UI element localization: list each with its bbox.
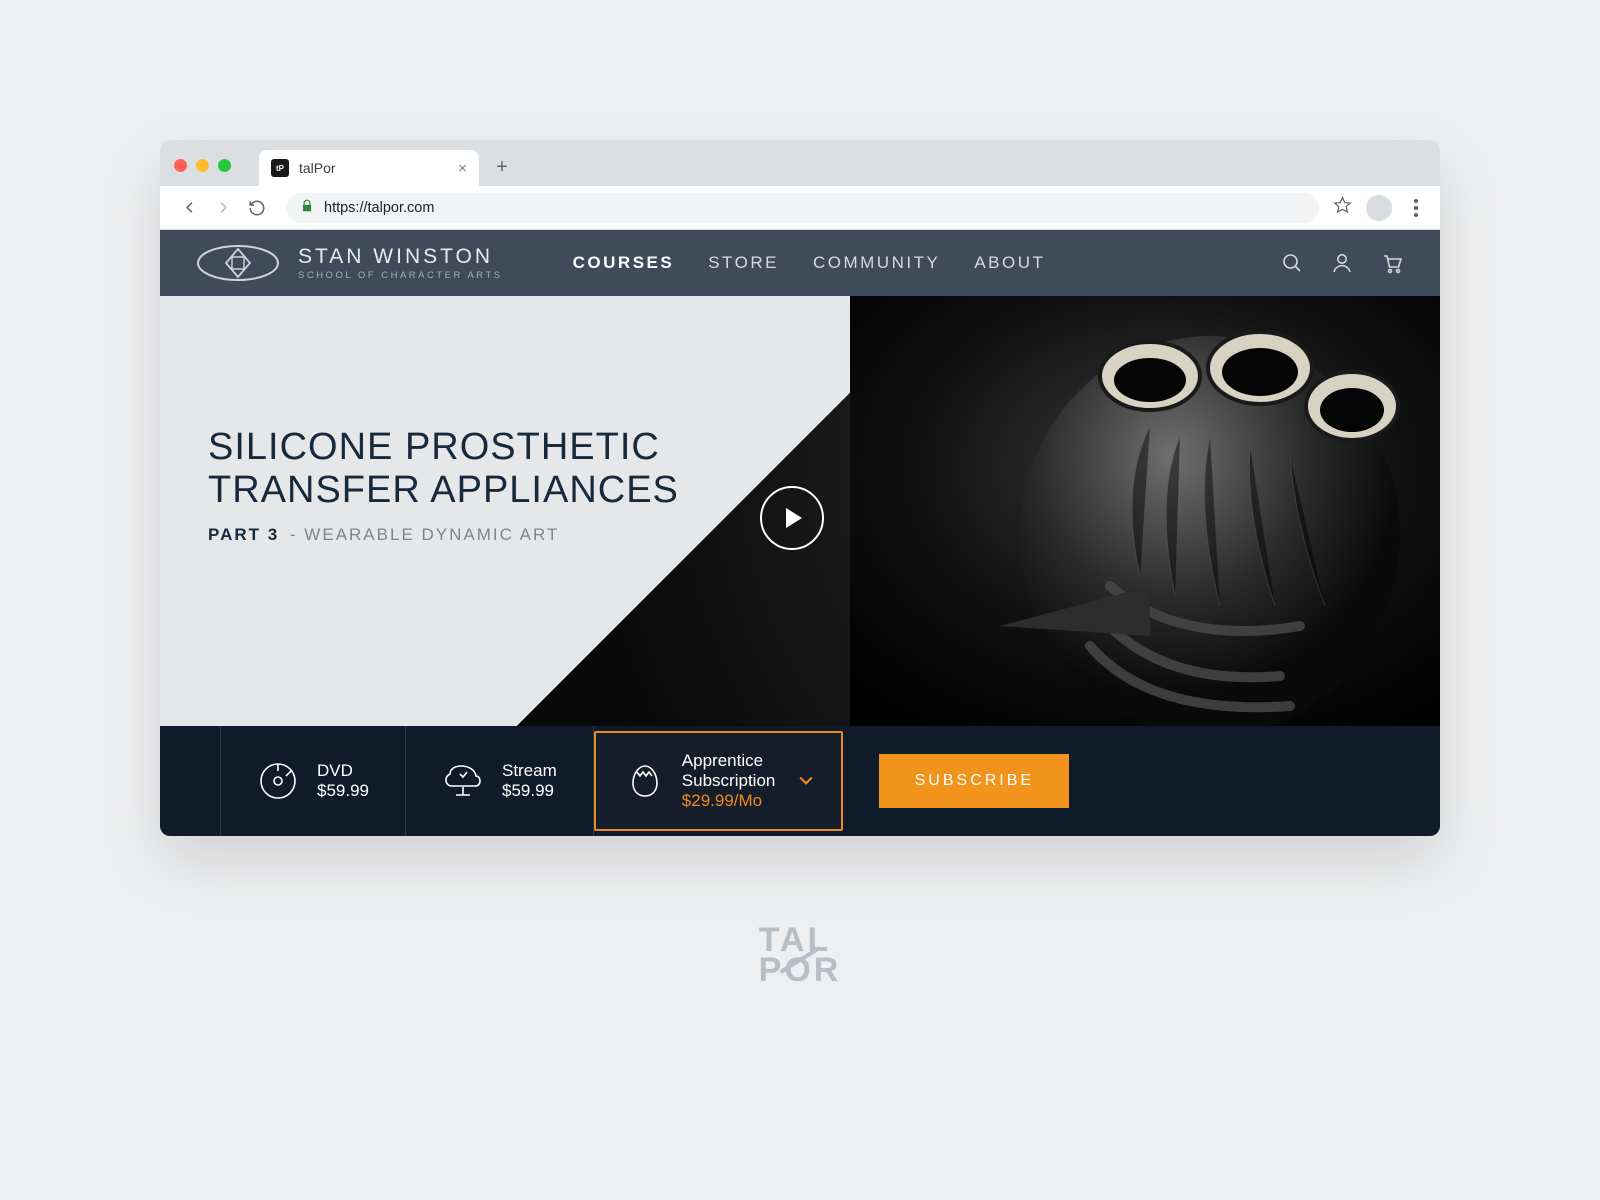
hero: SILICONE PROSTHETIC TRANSFER APPLIANCES … (160, 296, 1440, 726)
subscribe-button[interactable]: SUBSCRIBE (879, 754, 1069, 808)
address-bar[interactable]: https://talpor.com (286, 193, 1319, 223)
favicon-icon: tP (271, 159, 289, 177)
browser-tabstrip: tP talPor × + (160, 140, 1440, 186)
account-icon[interactable] (1330, 251, 1354, 275)
close-window-icon[interactable] (174, 159, 187, 172)
minimize-window-icon[interactable] (196, 159, 209, 172)
new-tab-button[interactable]: + (487, 152, 517, 182)
hero-title: SILICONE PROSTHETIC TRANSFER APPLIANCES (208, 426, 728, 511)
search-icon[interactable] (1280, 251, 1304, 275)
browser-window: tP talPor × + https://talpor.com (160, 140, 1440, 836)
brand-logo[interactable]: STAN WINSTON SCHOOL OF CHARACTER ARTS (196, 243, 503, 283)
disc-icon (257, 760, 299, 802)
site-header: STAN WINSTON SCHOOL OF CHARACTER ARTS CO… (160, 230, 1440, 296)
nav-store[interactable]: STORE (708, 253, 779, 273)
chevron-down-icon (799, 773, 813, 790)
bookmark-star-icon[interactable] (1333, 196, 1352, 220)
hero-subtitle: PART 3 - WEARABLE DYNAMIC ART (208, 525, 728, 545)
lock-icon (300, 199, 314, 217)
window-controls (174, 159, 231, 172)
close-tab-icon[interactable]: × (458, 160, 467, 177)
reload-button[interactable] (242, 193, 272, 223)
browser-menu-icon[interactable] (1406, 199, 1426, 217)
stream-icon (442, 760, 484, 802)
price-option-dvd[interactable]: DVD $59.99 (220, 726, 406, 836)
browser-tab[interactable]: tP talPor × (259, 150, 479, 186)
back-button[interactable] (174, 193, 204, 223)
hero-copy: SILICONE PROSTHETIC TRANSFER APPLIANCES … (208, 426, 728, 545)
maximize-window-icon[interactable] (218, 159, 231, 172)
nav-courses[interactable]: COURSES (573, 253, 675, 273)
egg-icon (624, 760, 666, 802)
pricing-bar: DVD $59.99 Stream $59.99 Apprentice (160, 726, 1440, 836)
cart-icon[interactable] (1380, 251, 1404, 275)
nav-about[interactable]: ABOUT (974, 253, 1045, 273)
profile-avatar-icon[interactable] (1366, 195, 1392, 221)
price-option-stream[interactable]: Stream $59.99 (406, 726, 594, 836)
brand-text: STAN WINSTON SCHOOL OF CHARACTER ARTS (298, 245, 503, 281)
play-button[interactable] (760, 486, 824, 550)
forward-button[interactable] (208, 193, 238, 223)
main-nav: COURSES STORE COMMUNITY ABOUT (573, 253, 1046, 273)
tab-title: talPor (299, 160, 336, 176)
hero-image (850, 296, 1440, 726)
browser-toolbar: https://talpor.com (160, 186, 1440, 230)
nav-community[interactable]: COMMUNITY (813, 253, 940, 273)
logo-icon (196, 243, 280, 283)
url-text: https://talpor.com (324, 200, 434, 216)
price-option-apprentice[interactable]: Apprentice Subscription $29.99/Mo (594, 731, 844, 831)
page-footer-brand: TAL POR (759, 926, 842, 986)
